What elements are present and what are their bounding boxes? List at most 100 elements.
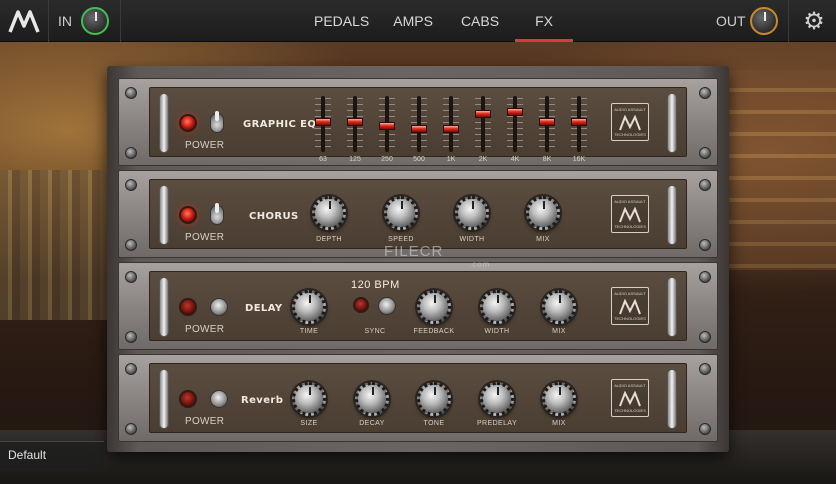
reverb-tone-knob[interactable]: [417, 382, 451, 416]
rack-handle: [667, 185, 677, 245]
screw: [699, 331, 711, 343]
slider-handle[interactable]: [411, 125, 427, 133]
brand-badge: AUDIO ASSAULT TECHNOLOGIES: [611, 195, 649, 233]
reverb-size-knob[interactable]: [292, 382, 326, 416]
delay-unit: POWER DELAY 120 BPM TIME SYNC FEEDBACK W…: [118, 262, 718, 350]
badge-top-text: AUDIO ASSAULT: [614, 107, 646, 112]
chorus-title: CHORUS: [249, 211, 299, 222]
reverb-mix-knob[interactable]: [542, 382, 576, 416]
slider-track: [513, 96, 517, 152]
screw: [125, 179, 137, 191]
eq-band-slider-2k[interactable]: [475, 96, 491, 152]
background-shelf: [726, 70, 836, 270]
input-gain-knob[interactable]: [81, 7, 109, 35]
top-bar: IN PEDALS AMPS CABS FX OUT ⚙: [0, 0, 836, 42]
slider-handle[interactable]: [475, 110, 491, 118]
eq-power-led: [179, 114, 197, 132]
main-nav: PEDALS AMPS CABS FX: [302, 0, 573, 42]
delay-time-label: TIME: [299, 328, 319, 335]
brand-logo-icon: [619, 115, 641, 131]
badge-bottom-text: TECHNOLOGIES: [614, 132, 646, 137]
slider-handle[interactable]: [539, 118, 555, 126]
eq-band-label: 8K: [542, 156, 552, 163]
delay-mix-knob[interactable]: [542, 290, 576, 324]
brand-badge: AUDIO ASSAULT TECHNOLOGIES: [611, 103, 649, 141]
eq-band-slider-63[interactable]: [315, 96, 331, 152]
brand-badge: AUDIO ASSAULT TECHNOLOGIES: [611, 379, 649, 417]
chorus-depth-knob[interactable]: [312, 196, 346, 230]
rack-handle: [667, 93, 677, 153]
reverb-power-button[interactable]: [210, 390, 228, 408]
reverb-predelay-knob[interactable]: [480, 382, 514, 416]
screw: [699, 271, 711, 283]
tab-cabs[interactable]: CABS: [445, 0, 515, 42]
eq-band-slider-250[interactable]: [379, 96, 395, 152]
screw: [125, 147, 137, 159]
chorus-power-led: [179, 206, 197, 224]
slider-handle[interactable]: [571, 118, 587, 126]
screw: [125, 423, 137, 435]
eq-band-label: 1K: [446, 156, 456, 163]
slider-handle[interactable]: [379, 122, 395, 130]
delay-time-knob[interactable]: [292, 290, 326, 324]
delay-power-label: POWER: [185, 324, 225, 335]
delay-width-label: WIDTH: [484, 328, 510, 335]
eq-band-slider-4k[interactable]: [507, 96, 523, 152]
output-volume-knob[interactable]: [750, 7, 778, 35]
chorus-width-knob[interactable]: [455, 196, 489, 230]
eq-band-label: 500: [413, 156, 425, 163]
screw: [699, 179, 711, 191]
slider-handle[interactable]: [347, 118, 363, 126]
divider: [48, 0, 49, 42]
delay-sync-led: [353, 297, 369, 313]
delay-mix-label: MIX: [552, 328, 566, 335]
eq-band-slider-125[interactable]: [347, 96, 363, 152]
slider-handle[interactable]: [507, 108, 523, 116]
badge-bottom-text: TECHNOLOGIES: [614, 316, 646, 321]
brand-logo-icon: [619, 207, 641, 223]
tab-amps[interactable]: AMPS: [381, 0, 445, 42]
chorus-power-label: POWER: [185, 232, 225, 243]
tab-pedals[interactable]: PEDALS: [302, 0, 381, 42]
delay-width-knob[interactable]: [480, 290, 514, 324]
app-logo-icon[interactable]: [8, 8, 40, 34]
watermark: FILECR .com: [384, 243, 489, 269]
rack-handle: [159, 277, 169, 337]
badge-top-text: AUDIO ASSAULT: [614, 291, 646, 296]
eq-band-label: 2K: [478, 156, 488, 163]
badge-bottom-text: TECHNOLOGIES: [614, 224, 646, 229]
badge-top-text: AUDIO ASSAULT: [614, 199, 646, 204]
eq-band-slider-16k[interactable]: [571, 96, 587, 152]
delay-power-led: [179, 298, 197, 316]
screw: [699, 239, 711, 251]
eq-band-slider-1k[interactable]: [443, 96, 459, 152]
delay-sync-button[interactable]: [378, 297, 396, 315]
watermark-text: FILECR: [384, 243, 444, 260]
delay-power-button[interactable]: [210, 298, 228, 316]
graphic-eq-unit: POWER GRAPHIC EQ 63 125 250 500 1K 2K 4K 8K 16K …: [118, 78, 718, 166]
input-label: IN: [58, 13, 72, 29]
screw: [699, 87, 711, 99]
slider-handle[interactable]: [315, 118, 331, 126]
slider-handle[interactable]: [443, 125, 459, 133]
delay-sync-label: SYNC: [364, 328, 386, 335]
reverb-decay-knob[interactable]: [355, 382, 389, 416]
eq-band-slider-8k[interactable]: [539, 96, 555, 152]
eq-power-switch[interactable]: [210, 111, 224, 133]
screw: [125, 87, 137, 99]
preset-selector[interactable]: Default: [0, 441, 104, 468]
chorus-speed-knob[interactable]: [384, 196, 418, 230]
reverb-title: Reverb: [241, 395, 284, 406]
gear-icon[interactable]: ⚙: [800, 7, 828, 35]
eq-band-slider-500[interactable]: [411, 96, 427, 152]
tab-fx[interactable]: FX: [515, 0, 573, 42]
chorus-mix-knob[interactable]: [526, 196, 560, 230]
rack-handle: [159, 185, 169, 245]
delay-feedback-knob[interactable]: [417, 290, 451, 324]
chorus-power-switch[interactable]: [210, 203, 224, 225]
screw: [699, 147, 711, 159]
screw: [699, 423, 711, 435]
delay-title: DELAY: [245, 303, 283, 314]
eq-band-label: 16K: [572, 156, 586, 163]
chorus-depth-label: DEPTH: [316, 236, 342, 243]
